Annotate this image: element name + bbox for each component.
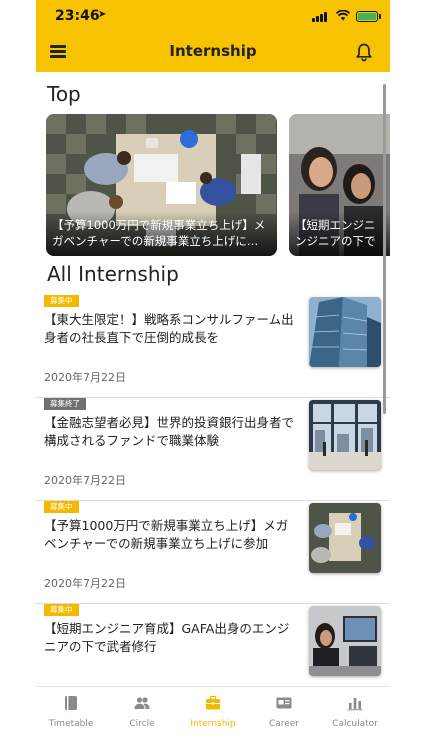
tab-label: Circle: [129, 719, 155, 729]
top-card-caption: 【短期エンジニ ンジニアの下で: [289, 211, 390, 256]
scrollbar[interactable]: [383, 84, 386, 414]
item-date: 2020年7月22日: [44, 474, 126, 487]
tab-label: Internship: [190, 719, 236, 729]
people-icon: [134, 697, 150, 709]
item-title: 【短期エンジニア育成】GAFA出身のエンジニアの下で武者修行: [44, 621, 290, 654]
top-card[interactable]: 【短期エンジニ ンジニアの下で: [289, 114, 390, 256]
list-item[interactable]: 募集中 【短期エンジニア育成】GAFA出身のエンジニアの下で武者修行: [36, 604, 390, 686]
phone-screen: 23:46 ➤ Internship Top 【予算1000万円で新規事業立ち上…: [36, 0, 390, 750]
location-arrow-icon: ➤: [98, 9, 107, 20]
list-item[interactable]: 募集中 【東大生限定！】戦略系コンサルファーム出身者の社長直下で圧倒的成長を 2…: [36, 295, 390, 398]
all-internship-heading: All Internship: [47, 262, 179, 286]
item-date: 2020年7月22日: [44, 371, 126, 384]
status-badge: 募集中: [44, 501, 79, 513]
id-card-icon: [276, 697, 292, 709]
top-heading: Top: [47, 82, 81, 106]
list-item[interactable]: 募集中 【予算1000万円で新規事業立ち上げ】メガベンチャーでの新規事業立ち上げ…: [36, 501, 390, 604]
tab-label: Timetable: [48, 719, 94, 729]
tab-career[interactable]: Career: [249, 687, 319, 737]
bar-chart-icon: [347, 698, 363, 711]
list-item[interactable]: 募集終了 【金融志望者必見】世界的投資銀行出身者で構成されるファンドで職業体験 …: [36, 398, 390, 501]
cell-signal-icon: [312, 12, 330, 22]
tab-label: Calculator: [332, 719, 378, 729]
top-card[interactable]: 【予算1000万円で新規事業立ち上げ】メガベンチャーでの新規事業立ち上げに…: [46, 114, 277, 256]
status-badge: 募集中: [44, 604, 79, 616]
page-title: Internship: [169, 42, 257, 60]
tab-circle[interactable]: Circle: [107, 687, 177, 737]
status-time: 23:46: [55, 8, 100, 24]
item-title: 【予算1000万円で新規事業立ち上げ】メガベンチャーでの新規事業立ち上げに参加: [44, 518, 289, 551]
status-badge: 募集終了: [44, 398, 86, 410]
item-thumbnail: [309, 503, 381, 573]
status-bar: 23:46 ➤: [36, 0, 390, 32]
book-icon: [65, 696, 77, 710]
item-date: 2020年7月22日: [44, 577, 126, 590]
battery-icon: [356, 11, 381, 22]
item-thumbnail: [309, 606, 381, 676]
item-title: 【金融志望者必見】世界的投資銀行出身者で構成されるファンドで職業体験: [44, 415, 295, 448]
item-thumbnail: [309, 297, 381, 367]
bell-icon[interactable]: [354, 42, 374, 62]
status-badge: 募集中: [44, 295, 79, 307]
content-scroll[interactable]: Top 【予算1000万円で新規事業立ち上げ】メガベンチャーでの新規事業立ち上げ…: [36, 72, 390, 686]
tab-calculator[interactable]: Calculator: [320, 687, 390, 737]
wifi-icon: [335, 9, 351, 24]
tab-internship[interactable]: Internship: [178, 687, 248, 737]
tab-label: Career: [268, 719, 300, 729]
item-thumbnail: [309, 400, 381, 470]
app-bar: Internship: [36, 32, 390, 72]
tab-timetable[interactable]: Timetable: [36, 687, 106, 737]
top-card-caption: 【予算1000万円で新規事業立ち上げ】メガベンチャーでの新規事業立ち上げに…: [46, 211, 277, 256]
briefcase-icon: [206, 695, 220, 710]
tab-bar: Timetable Circle Internship Career Calcu…: [36, 686, 390, 750]
item-title: 【東大生限定！】戦略系コンサルファーム出身者の社長直下で圧倒的成長を: [44, 312, 294, 345]
